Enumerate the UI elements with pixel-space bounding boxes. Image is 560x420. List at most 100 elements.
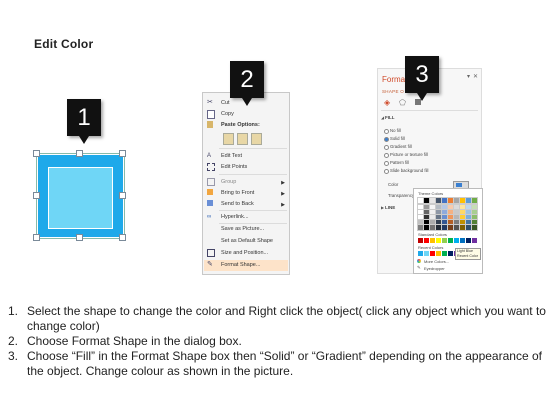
color-swatch[interactable]: [471, 197, 478, 204]
eyedropper-item[interactable]: Eyedropper: [424, 266, 445, 271]
color-swatch[interactable]: [447, 224, 454, 231]
menu-item-edit-points[interactable]: Edit Points: [221, 162, 247, 172]
color-swatch[interactable]: [424, 251, 429, 256]
color-swatch[interactable]: [435, 224, 442, 231]
resize-handle-tl[interactable]: [33, 150, 40, 157]
color-swatch[interactable]: [453, 197, 460, 204]
instruction-text: Choose Format Shape in the dialog box.: [27, 334, 242, 348]
menu-separator: [219, 210, 287, 211]
paste-option-2[interactable]: [237, 133, 248, 145]
color-tooltip: Light Blue Recent Color: [455, 248, 481, 260]
color-swatch[interactable]: [466, 238, 471, 243]
instruction-number: 3.: [8, 349, 19, 363]
instruction-text: Choose “Fill” in the Format Shape box th…: [27, 349, 542, 378]
step-badge-1: 1: [67, 99, 101, 144]
line-section-header[interactable]: LINE: [385, 205, 395, 210]
menu-item-size-and-position[interactable]: Size and Position...: [221, 248, 268, 258]
menu-item-paste-options: Paste Options:: [221, 122, 260, 128]
menu-item-cut[interactable]: Cut: [221, 98, 230, 108]
more-colors-item[interactable]: More Colors...: [424, 259, 449, 264]
color-swatch[interactable]: [459, 197, 466, 204]
resize-handle-tr[interactable]: [119, 150, 126, 157]
selected-shape-inner[interactable]: [48, 167, 113, 229]
fill-option-no-fill[interactable]: No fill: [384, 128, 401, 134]
color-swatch[interactable]: [424, 238, 429, 243]
paste-option-3[interactable]: [251, 133, 262, 145]
menu-item-bring-to-front[interactable]: Bring to Front: [221, 188, 254, 198]
option-label: Slide background fill: [390, 168, 429, 173]
menu-separator: [219, 174, 287, 175]
color-swatch[interactable]: [430, 238, 435, 243]
color-swatch[interactable]: [459, 224, 466, 231]
color-swatch[interactable]: [454, 238, 459, 243]
menu-item-format-shape[interactable]: Format Shape...: [221, 260, 260, 270]
resize-handle-mr[interactable]: [119, 192, 126, 199]
fill-option-solid[interactable]: Solid fill: [384, 136, 405, 142]
menu-item-copy[interactable]: Copy: [221, 109, 234, 119]
radio-button[interactable]: [384, 152, 389, 158]
color-swatch[interactable]: [471, 224, 478, 231]
color-swatch[interactable]: [441, 197, 448, 204]
radio-button[interactable]: [384, 144, 389, 150]
menu-item-hyperlink[interactable]: Hyperlink...: [221, 212, 249, 222]
color-swatch[interactable]: [429, 197, 436, 204]
resize-handle-bm[interactable]: [76, 234, 83, 241]
color-swatch[interactable]: [460, 238, 465, 243]
menu-item-edit-text[interactable]: Edit Text: [221, 151, 242, 161]
scissors-icon: ✂: [207, 99, 213, 106]
color-swatch[interactable]: [465, 224, 472, 231]
context-menu: ✂ Cut Copy Paste Options: A Edit Text Ed…: [202, 92, 290, 275]
page-title: Edit Color: [34, 37, 94, 51]
color-swatch[interactable]: [453, 224, 460, 231]
effects-tab-icon[interactable]: ⬠: [399, 98, 406, 107]
color-swatch[interactable]: [429, 224, 436, 231]
color-swatch[interactable]: [417, 224, 424, 231]
color-swatch[interactable]: [418, 251, 423, 256]
color-swatch[interactable]: [430, 251, 435, 256]
expand-arrow-icon[interactable]: ▶: [381, 205, 384, 210]
fill-section-header[interactable]: FILL: [385, 115, 395, 120]
menu-item-set-default-shape[interactable]: Set as Default Shape: [221, 236, 273, 246]
fill-option-picture[interactable]: Picture or texture fill: [384, 152, 428, 158]
color-swatch[interactable]: [448, 238, 453, 243]
radio-button[interactable]: [384, 160, 389, 166]
color-swatch[interactable]: [435, 197, 442, 204]
close-icon[interactable]: ✕: [473, 73, 478, 80]
transparency-label: Transparency: [388, 193, 415, 198]
collapse-arrow-icon[interactable]: ◢: [381, 115, 384, 120]
menu-item-send-to-back[interactable]: Send to Back: [221, 199, 254, 209]
radio-button[interactable]: [384, 168, 389, 174]
color-swatch[interactable]: [472, 238, 477, 243]
paste-option-1[interactable]: [223, 133, 234, 145]
menu-item-save-as-picture[interactable]: Save as Picture...: [221, 224, 264, 234]
fill-option-slide-background[interactable]: Slide background fill: [384, 168, 429, 174]
color-swatch[interactable]: [418, 238, 423, 243]
color-swatch[interactable]: [417, 197, 424, 204]
resize-handle-br[interactable]: [119, 234, 126, 241]
color-swatch[interactable]: [441, 224, 448, 231]
format-pane-dropdown-icon[interactable]: ▾: [467, 73, 470, 80]
resize-handle-ml[interactable]: [33, 192, 40, 199]
resize-handle-tm[interactable]: [76, 150, 83, 157]
radio-button[interactable]: [384, 136, 389, 142]
resize-handle-bl[interactable]: [33, 234, 40, 241]
instruction-text: Select the shape to change the color and…: [27, 304, 546, 333]
fill-option-pattern[interactable]: Pattern fill: [384, 160, 409, 166]
color-swatch[interactable]: [436, 251, 441, 256]
menu-item-group[interactable]: Group: [221, 177, 236, 187]
color-swatch[interactable]: [442, 251, 447, 256]
fill-option-gradient[interactable]: Gradient fill: [384, 144, 412, 150]
color-swatch[interactable]: [436, 238, 441, 243]
color-swatch[interactable]: [423, 197, 430, 204]
send-back-icon: [207, 200, 213, 206]
submenu-arrow-icon: ▶: [281, 191, 285, 197]
color-swatch[interactable]: [423, 224, 430, 231]
color-swatch[interactable]: [448, 251, 453, 256]
color-swatch[interactable]: [465, 197, 472, 204]
instructions-list: 1. Select the shape to change the color a…: [8, 304, 553, 379]
color-swatch[interactable]: [442, 238, 447, 243]
color-swatch[interactable]: [447, 197, 454, 204]
fill-line-tab-icon[interactable]: ◈: [384, 98, 390, 107]
instruction-number: 2.: [8, 334, 19, 348]
radio-button[interactable]: [384, 128, 389, 134]
